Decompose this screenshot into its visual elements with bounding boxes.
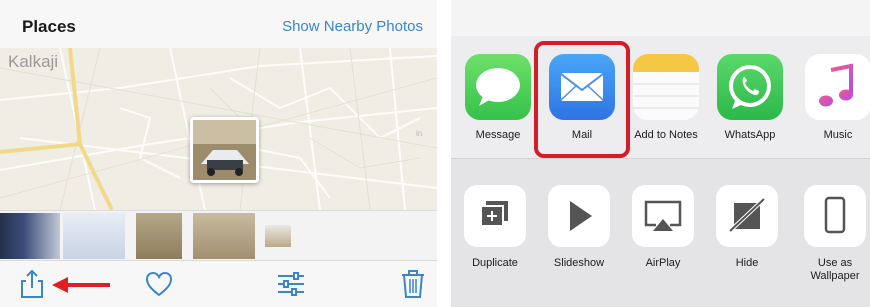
action-use-as-wallpaper[interactable]: Use as Wallpaper xyxy=(800,185,870,283)
whatsapp-icon xyxy=(717,54,783,120)
share-actions-row: Duplicate Slideshow AirPlay Hide Use as … xyxy=(451,158,870,307)
share-app-label: Message xyxy=(475,129,521,141)
share-sheet: Message Mail Add to Notes WhatsApp Music… xyxy=(451,0,870,307)
photo-thumbnail-strip[interactable] xyxy=(0,210,437,260)
car-photo-thumbnail xyxy=(193,120,256,180)
share-app-label: WhatsApp xyxy=(724,129,776,141)
heart-icon[interactable] xyxy=(144,269,174,299)
share-app-music[interactable]: Music xyxy=(800,54,870,141)
thumbnail[interactable] xyxy=(0,213,60,259)
music-icon xyxy=(805,54,870,120)
show-nearby-photos-link[interactable]: Show Nearby Photos xyxy=(282,18,423,35)
share-sheet-top xyxy=(451,0,870,36)
share-apps-row: Message Mail Add to Notes WhatsApp Music xyxy=(451,36,870,158)
page-title: Places xyxy=(22,17,76,36)
thumbnail[interactable] xyxy=(136,213,182,259)
places-map[interactable]: in Kalkaji xyxy=(0,48,437,210)
action-duplicate[interactable]: Duplicate xyxy=(460,185,530,270)
share-app-message[interactable]: Message xyxy=(460,54,536,141)
adjust-icon[interactable] xyxy=(276,269,306,299)
action-hide[interactable]: Hide xyxy=(712,185,782,270)
map-photo-pin[interactable] xyxy=(190,117,259,183)
duplicate-icon xyxy=(464,185,526,247)
share-app-whatsapp[interactable]: WhatsApp xyxy=(712,54,788,141)
slideshow-icon xyxy=(548,185,610,247)
places-header: Places Show Nearby Photos xyxy=(0,0,437,48)
thumbnail[interactable] xyxy=(63,213,125,259)
mail-highlight-box xyxy=(534,41,630,158)
svg-text:in: in xyxy=(416,129,422,138)
hide-icon xyxy=(716,185,778,247)
action-label: Hide xyxy=(735,257,759,269)
wallpaper-icon xyxy=(804,185,866,247)
share-app-label: Add to Notes xyxy=(634,129,698,141)
photos-toolbar xyxy=(0,260,437,307)
action-label: Slideshow xyxy=(553,257,605,269)
action-label: Duplicate xyxy=(472,257,518,269)
thumbnail[interactable] xyxy=(265,225,291,247)
action-label: Use as Wallpaper xyxy=(810,257,860,282)
action-label: AirPlay xyxy=(645,257,681,269)
share-app-label: Music xyxy=(823,129,853,141)
thumbnail[interactable] xyxy=(193,213,255,259)
share-icon[interactable] xyxy=(17,269,47,299)
message-icon xyxy=(465,54,531,120)
notes-icon xyxy=(633,54,699,120)
share-app-notes[interactable]: Add to Notes xyxy=(628,54,704,141)
action-airplay[interactable]: AirPlay xyxy=(628,185,698,270)
annotation-arrow xyxy=(52,277,110,293)
trash-icon[interactable] xyxy=(400,269,426,299)
action-slideshow[interactable]: Slideshow xyxy=(544,185,614,270)
map-location-label: Kalkaji xyxy=(8,52,59,71)
photos-places-panel: Places Show Nearby Photos in Kalkaji xyxy=(0,0,437,307)
airplay-icon xyxy=(632,185,694,247)
